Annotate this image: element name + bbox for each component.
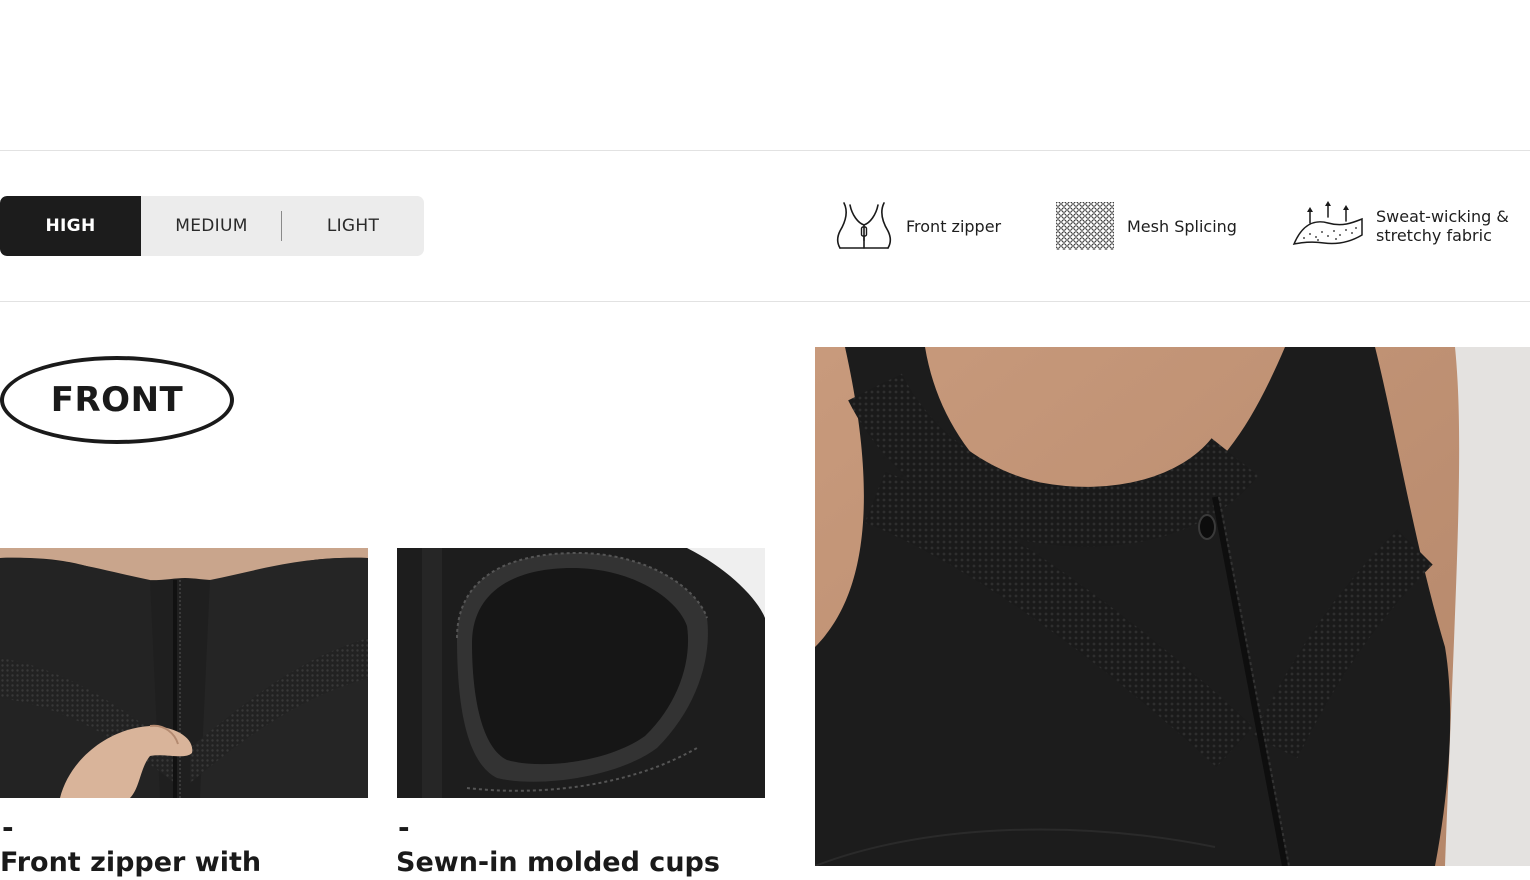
detail-2-caption: Sewn-in molded cups xyxy=(396,847,720,878)
mesh-icon xyxy=(1056,202,1114,250)
detail-2-dash: - xyxy=(398,811,410,844)
front-zipper-icon xyxy=(836,202,892,249)
level-high-tab[interactable]: HIGH xyxy=(0,196,141,256)
section-badge: FRONT xyxy=(0,356,234,444)
feature-sweat-wicking-label: Sweat-wicking & stretchy fabric xyxy=(1376,207,1509,245)
section-title: FRONT xyxy=(50,380,184,420)
bottom-divider xyxy=(0,301,1530,302)
model-front-photo xyxy=(815,347,1530,866)
feature-front-zipper: Front zipper xyxy=(834,201,1001,251)
support-level-selector: HIGH MEDIUM LIGHT xyxy=(0,196,424,256)
feature-mesh-splicing: Mesh Splicing xyxy=(1055,201,1237,251)
detail-1-dash: - xyxy=(2,811,14,844)
feature-front-zipper-label: Front zipper xyxy=(906,216,1002,236)
sweat-wicking-icon xyxy=(1292,201,1363,245)
detail-1-caption: Front zipper with xyxy=(0,847,262,878)
molded-cup-photo xyxy=(397,548,765,798)
zipper-detail-photo xyxy=(0,548,368,798)
level-light-tab[interactable]: LIGHT xyxy=(282,196,424,256)
feature-sweat-wicking: Sweat-wicking & stretchy fabric xyxy=(1292,201,1526,251)
top-divider xyxy=(0,150,1530,151)
level-medium-tab[interactable]: MEDIUM xyxy=(141,196,282,256)
feature-mesh-splicing-label: Mesh Splicing xyxy=(1127,216,1237,236)
